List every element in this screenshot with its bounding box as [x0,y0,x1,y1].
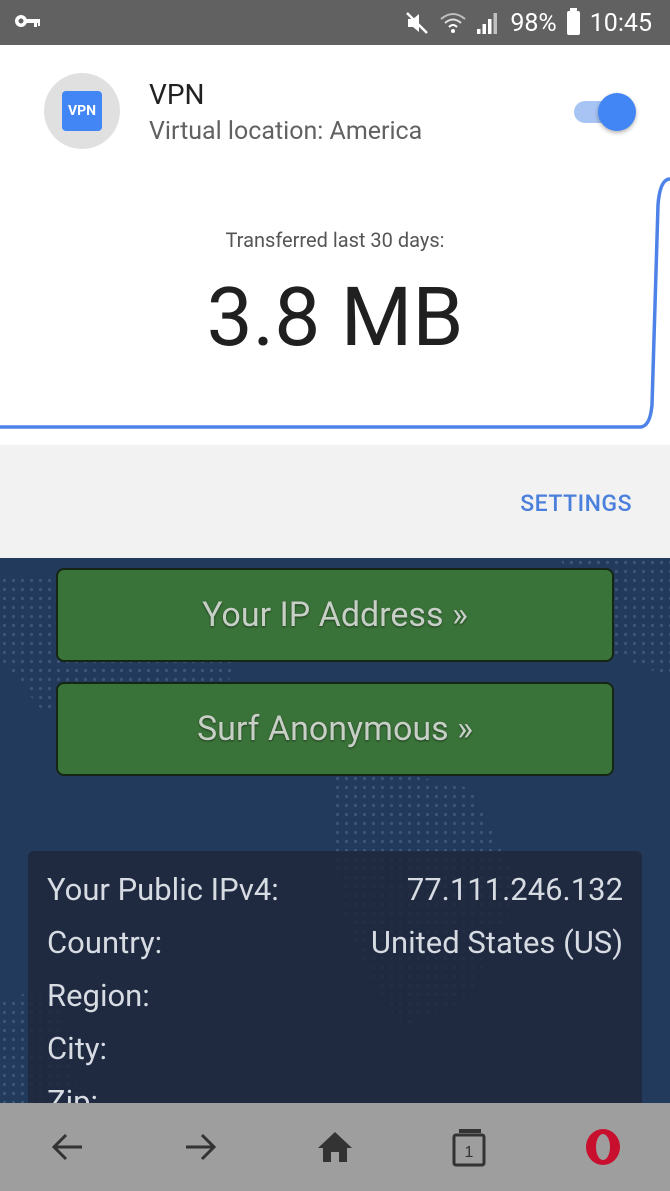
battery-icon [566,8,580,35]
vpn-toggle[interactable] [572,93,636,131]
vpn-avatar: VPN [44,73,120,149]
info-row-country: Country: United States (US) [47,924,623,974]
web-content: Your IP Address » Surf Anonymous » Your … [0,558,670,1103]
info-label: Zip: [47,1083,99,1103]
transfer-value: 3.8 MB [206,270,464,366]
vpn-title: VPN [149,78,205,111]
toggle-thumb [598,93,636,131]
transfer-label: Transferred last 30 days: [225,228,445,252]
info-row-region: Region: [47,977,623,1027]
vpn-key-icon [15,15,40,27]
tab-count: 1 [465,1144,474,1161]
info-label: Region: [47,977,150,1014]
surf-anonymous-button[interactable]: Surf Anonymous » [56,682,614,776]
vpn-panel: VPN VPN Virtual location: America Transf… [0,45,670,445]
home-button[interactable] [300,1112,370,1182]
info-value: United States (US) [370,924,623,961]
your-ip-address-button[interactable]: Your IP Address » [56,568,614,662]
info-value: 77.111.246.132 [406,871,623,908]
info-label: City: [47,1030,108,1067]
vpn-badge-icon: VPN [62,91,102,131]
mute-icon [406,12,429,34]
clock: 10:45 [589,8,652,38]
info-row-zip: Zip: [47,1083,623,1103]
bottom-nav: 1 [0,1103,670,1191]
forward-button[interactable] [166,1112,236,1182]
wifi-icon [440,13,466,33]
ip-info-box: Your Public IPv4: 77.111.246.132 Country… [28,851,642,1103]
home-icon [318,1132,352,1162]
vpn-location: Virtual location: America [149,117,423,146]
info-label: Your Public IPv4: [47,871,279,908]
info-label: Country: [47,924,163,961]
settings-button[interactable]: SETTINGS [520,490,632,517]
status-bar: 98% 10:45 [0,0,670,45]
info-row-ipv4: Your Public IPv4: 77.111.246.132 [47,871,623,921]
tabs-button[interactable]: 1 [434,1112,504,1182]
back-icon [51,1133,82,1161]
opera-menu-button[interactable] [568,1112,638,1182]
signal-icon [477,13,498,34]
info-row-city: City: [47,1030,623,1080]
forward-icon [186,1133,217,1161]
back-button[interactable] [32,1112,102,1182]
settings-bar: SETTINGS [0,445,670,558]
tabs-icon: 1 [452,1129,486,1167]
opera-menu-icon [586,1129,620,1165]
battery-percent: 98% [510,8,557,38]
